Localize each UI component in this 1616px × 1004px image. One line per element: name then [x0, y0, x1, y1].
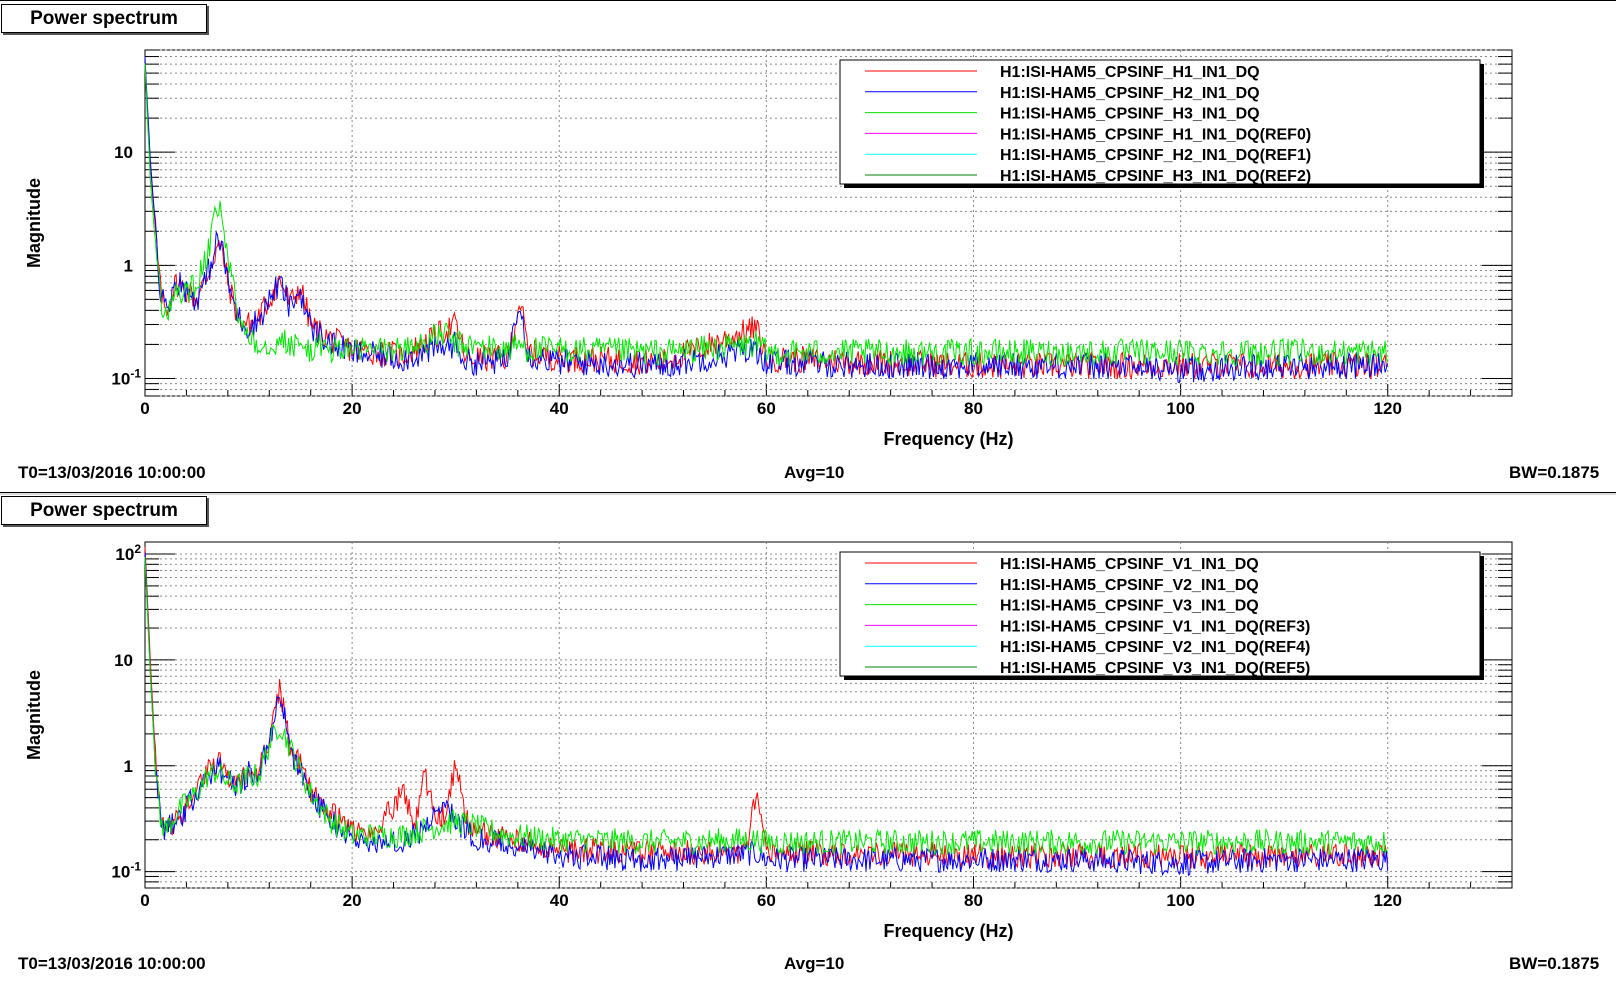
legend-label: H1:ISI-HAM5_CPSINF_V3_IN1_DQ(REF5): [1000, 660, 1310, 677]
x-tick-label: 60: [757, 399, 776, 418]
y-tick-label: 10-1: [111, 860, 141, 882]
legend-label: H1:ISI-HAM5_CPSINF_V2_IN1_DQ(REF4): [1000, 639, 1310, 656]
avg-label: Avg=10: [784, 463, 845, 482]
legend-label: H1:ISI-HAM5_CPSINF_V1_IN1_DQ(REF3): [1000, 618, 1310, 635]
bw-label: BW=0.1875: [1509, 463, 1600, 482]
spectrum-plot[interactable]: 0 20 40 60 80 100 120 10-1 1 10 102 Frequency (Hz) M…: [0, 492, 1616, 1004]
x-tick-label: 20: [343, 399, 362, 418]
x-tick-label: 80: [964, 891, 983, 910]
spectrum-panel-2: Power spectrum 0 20 40 60 80 100 120 10-1 1 10 102…: [0, 492, 1616, 1004]
legend-label: H1:ISI-HAM5_CPSINF_H3_IN1_DQ: [1000, 106, 1260, 123]
spectrum-plot[interactable]: 0 20 40 60 80 100 120 10-1 1 10 Frequency (Hz) Magn…: [0, 0, 1616, 492]
legend: H1:ISI-HAM5_CPSINF_H1_IN1_DQ H1:ISI-HAM5_…: [839, 59, 1484, 188]
legend-label: H1:ISI-HAM5_CPSINF_H3_IN1_DQ(REF2): [1000, 168, 1311, 185]
legend-label: H1:ISI-HAM5_CPSINF_H1_IN1_DQ(REF0): [1000, 126, 1311, 143]
bw-label: BW=0.1875: [1509, 954, 1600, 973]
x-tick-label: 100: [1166, 891, 1194, 910]
y-tick-label: 10: [114, 143, 133, 162]
x-tick-label: 80: [964, 399, 983, 418]
y-axis-label: Magnitude: [24, 670, 44, 760]
t0-label: T0=13/03/2016 10:00:00: [18, 954, 206, 973]
y-tick-label: 102: [115, 542, 141, 564]
legend-label: H1:ISI-HAM5_CPSINF_V2_IN1_DQ: [1000, 577, 1259, 594]
x-tick-label: 120: [1374, 399, 1402, 418]
x-tick-label: 0: [140, 399, 149, 418]
x-axis-label: Frequency (Hz): [883, 429, 1013, 449]
legend-label: H1:ISI-HAM5_CPSINF_H1_IN1_DQ: [1000, 64, 1260, 81]
legend-label: H1:ISI-HAM5_CPSINF_V1_IN1_DQ: [1000, 556, 1259, 573]
x-axis-label: Frequency (Hz): [883, 921, 1013, 941]
x-tick-label: 0: [140, 891, 149, 910]
x-tick-label: 40: [550, 891, 569, 910]
y-tick-label: 10: [114, 651, 133, 670]
x-tick-label: 20: [343, 891, 362, 910]
legend: H1:ISI-HAM5_CPSINF_V1_IN1_DQ H1:ISI-HAM5_…: [839, 551, 1484, 680]
legend-label: H1:ISI-HAM5_CPSINF_V3_IN1_DQ: [1000, 598, 1259, 615]
y-axis-label: Magnitude: [24, 178, 44, 268]
x-tick-label: 120: [1374, 891, 1402, 910]
y-tick-label: 10-1: [111, 366, 141, 388]
y-tick-label: 1: [124, 757, 133, 776]
x-tick-label: 60: [757, 891, 776, 910]
avg-label: Avg=10: [784, 954, 845, 973]
spectrum-panel-1: Power spectrum 0 20 40 60 80 100 120 10-1 1 10 Fre…: [0, 0, 1616, 492]
legend-label: H1:ISI-HAM5_CPSINF_H2_IN1_DQ(REF1): [1000, 147, 1311, 164]
t0-label: T0=13/03/2016 10:00:00: [18, 463, 206, 482]
x-tick-label: 100: [1166, 399, 1194, 418]
y-tick-label: 1: [124, 256, 133, 275]
x-tick-label: 40: [550, 399, 569, 418]
legend-label: H1:ISI-HAM5_CPSINF_H2_IN1_DQ: [1000, 85, 1260, 102]
